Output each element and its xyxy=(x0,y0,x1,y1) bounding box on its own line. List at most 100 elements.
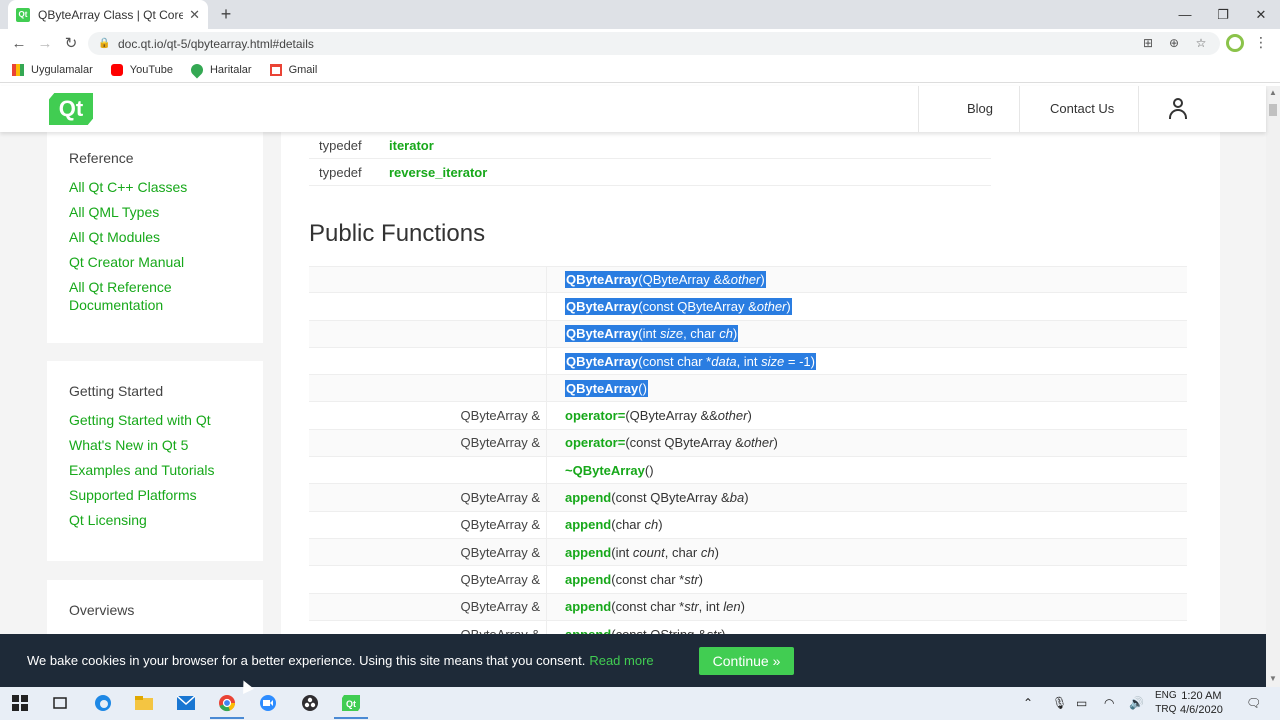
bookmark-gmail[interactable]: Gmail xyxy=(269,64,317,76)
sidebar-link[interactable]: Supported Platforms xyxy=(69,486,241,504)
minimize-button[interactable]: — xyxy=(1166,0,1204,29)
argument-text: ) xyxy=(747,408,752,424)
function-link[interactable]: QByteArray xyxy=(566,299,638,314)
function-row: QByteArray(const char *data, int size = … xyxy=(309,347,1187,376)
tab-close-icon[interactable]: ✕ xyxy=(189,7,200,23)
argument-name: ch xyxy=(644,517,659,533)
mail-icon[interactable] xyxy=(175,692,197,714)
argument-name: size xyxy=(659,326,684,342)
function-row: QByteArray & append(const char *str, int … xyxy=(309,593,1187,621)
function-link[interactable]: append xyxy=(565,517,611,532)
argument-text: (const QString & xyxy=(611,626,707,635)
bookmark-apps[interactable]: Uygulamalar xyxy=(12,64,93,76)
function-signature: append(const char *str) xyxy=(547,572,703,587)
sidebar-link[interactable]: All Qt Reference Documentation xyxy=(69,278,241,314)
function-link[interactable]: QByteArray xyxy=(566,354,638,369)
function-link[interactable]: QByteArray xyxy=(566,272,638,287)
argument-text: , char xyxy=(683,326,720,342)
file-explorer-icon[interactable] xyxy=(133,692,155,714)
qt-creator-icon[interactable]: Qt xyxy=(334,692,368,719)
tray-chevron-icon[interactable]: ⌃ xyxy=(1023,696,1033,710)
zoom-icon[interactable]: ⊕ xyxy=(1164,33,1184,53)
browser-tab-strip: Qt QByteArray Class | Qt Core 5.14.2 ✕ +… xyxy=(0,0,1280,29)
system-clock[interactable]: 1:20 AM 4/6/2020 xyxy=(1180,689,1223,717)
function-link[interactable]: append xyxy=(565,490,611,505)
scrollbar-thumb[interactable] xyxy=(1269,104,1277,116)
argument-name: other xyxy=(743,435,774,451)
nav-blog-link[interactable]: Blog xyxy=(967,101,993,116)
cookie-text: We bake cookies in your browser for a be… xyxy=(27,653,586,668)
scroll-down-icon[interactable]: ▼ xyxy=(1269,674,1277,683)
page-scrollbar[interactable]: ▲ ▼ xyxy=(1266,86,1280,687)
close-window-button[interactable]: ✕ xyxy=(1242,0,1280,29)
function-row: QByteArray & append(const char *str) xyxy=(309,566,1187,594)
function-link[interactable]: ~QByteArray xyxy=(565,463,645,478)
sidebar-link[interactable]: Qt Licensing xyxy=(69,511,241,529)
site-header: Qt Blog Contact Us xyxy=(0,86,1266,132)
reload-icon[interactable]: ↻ xyxy=(60,33,82,55)
function-link[interactable]: append xyxy=(565,545,611,560)
maps-pin-icon xyxy=(188,61,206,79)
translate-icon[interactable]: ⊞ xyxy=(1138,33,1158,53)
function-signature: append(const QByteArray &ba) xyxy=(547,490,749,505)
bookmark-youtube[interactable]: YouTube xyxy=(110,64,173,76)
function-link[interactable]: operator= xyxy=(565,408,625,423)
typedef-link[interactable]: reverse_iterator xyxy=(389,165,487,180)
header-divider xyxy=(1138,86,1139,132)
qt-logo[interactable]: Qt xyxy=(49,93,93,125)
function-link[interactable]: QByteArray xyxy=(566,381,638,396)
sidebar-link[interactable]: Qt Creator Manual xyxy=(69,253,241,271)
zoom-app-icon[interactable] xyxy=(257,692,279,714)
sidebar-title: Overviews xyxy=(69,602,135,618)
argument-text: , int xyxy=(736,353,762,369)
sidebar-link[interactable]: All Qt C++ Classes xyxy=(69,178,241,196)
menu-kebab-icon[interactable]: ⋮ xyxy=(1254,34,1268,51)
microphone-icon[interactable]: 🎙 xyxy=(1052,696,1067,710)
argument-text: ) xyxy=(786,298,791,314)
volume-icon[interactable]: 🔊 xyxy=(1129,696,1144,710)
typedef-keyword: typedef xyxy=(319,164,362,180)
sidebar-link[interactable]: Examples and Tutorials xyxy=(69,461,241,479)
task-view-icon[interactable] xyxy=(49,692,71,714)
gmail-icon xyxy=(269,64,282,76)
return-type xyxy=(309,293,547,320)
maximize-button[interactable]: ❐ xyxy=(1204,0,1242,29)
forward-arrow-icon[interactable]: → xyxy=(34,33,56,55)
read-more-link[interactable]: Read more xyxy=(589,653,653,668)
notifications-icon[interactable]: 🗨 xyxy=(1246,696,1261,710)
scroll-up-icon[interactable]: ▲ xyxy=(1269,88,1277,97)
argument-text: ) xyxy=(658,517,663,533)
chrome-icon[interactable] xyxy=(210,692,244,719)
sidebar-link[interactable]: Getting Started with Qt xyxy=(69,411,241,429)
function-link[interactable]: append xyxy=(565,627,611,635)
nav-contact-link[interactable]: Contact Us xyxy=(1050,101,1114,116)
function-link[interactable]: append xyxy=(565,572,611,587)
browser-tab[interactable]: Qt QByteArray Class | Qt Core 5.14.2 ✕ xyxy=(8,0,208,29)
continue-button[interactable]: Continue » xyxy=(698,646,795,675)
battery-icon[interactable]: ▭ xyxy=(1076,696,1087,710)
windows-start-icon[interactable] xyxy=(9,692,31,714)
new-tab-button[interactable]: + xyxy=(216,4,236,24)
sidebar-link[interactable]: All QML Types xyxy=(69,203,241,221)
edge-browser-icon[interactable] xyxy=(92,692,114,714)
argument-text: (QByteArray && xyxy=(638,272,731,288)
bookmark-star-icon[interactable]: ☆ xyxy=(1191,33,1211,53)
function-link[interactable]: QByteArray xyxy=(566,326,638,341)
bookmark-maps[interactable]: Haritalar xyxy=(188,61,252,79)
sidebar-link[interactable]: What's New in Qt 5 xyxy=(69,436,241,454)
function-link[interactable]: append xyxy=(565,599,611,614)
typedef-link[interactable]: iterator xyxy=(389,138,434,153)
user-account-icon[interactable] xyxy=(1169,98,1187,120)
sidebar-link[interactable]: All Qt Modules xyxy=(69,228,241,246)
extension-icon[interactable] xyxy=(1226,34,1244,52)
obs-icon[interactable] xyxy=(299,692,321,714)
return-type: QByteArray & xyxy=(309,593,547,620)
wifi-icon[interactable]: ◠ xyxy=(1104,696,1114,710)
argument-text: , char xyxy=(664,544,701,560)
argument-name: ba xyxy=(729,490,745,506)
address-bar[interactable]: 🔒 doc.qt.io/qt-5/qbytearray.html#details xyxy=(88,32,1220,55)
return-type: QByteArray & xyxy=(309,511,547,538)
input-language[interactable]: ENG TRQ xyxy=(1155,689,1177,717)
back-arrow-icon[interactable]: ← xyxy=(8,33,30,55)
function-link[interactable]: operator= xyxy=(565,435,625,450)
